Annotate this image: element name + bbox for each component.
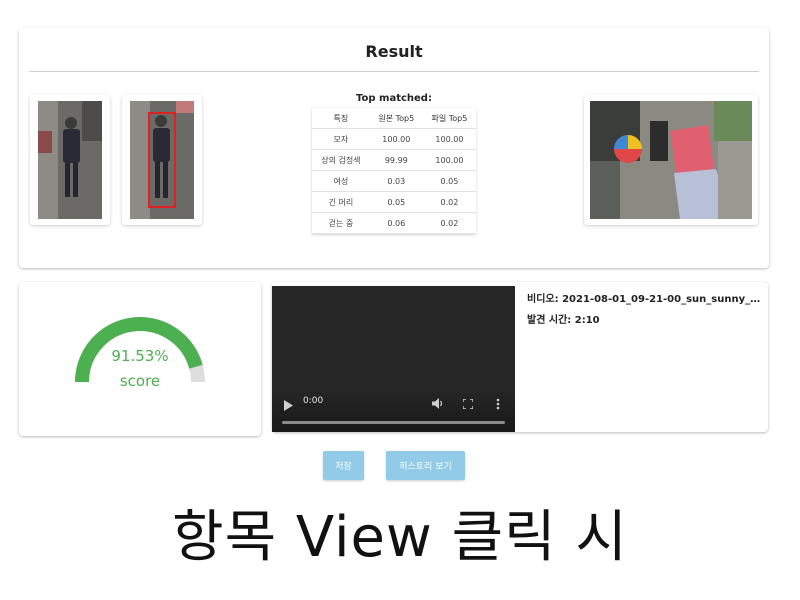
table-cell: 여성	[312, 170, 370, 192]
table-cell: 0.02	[422, 212, 476, 234]
table-cell: 100.00	[369, 128, 423, 150]
table-cell: 99.99	[369, 149, 423, 171]
divider	[29, 71, 759, 72]
table-row: 여성 0.03 0.05	[312, 170, 476, 192]
detected-image-thumbnail[interactable]	[122, 95, 202, 225]
detected-person-photo	[130, 101, 194, 219]
top-matched-title: Top matched:	[356, 93, 432, 104]
street-scene-photo	[590, 101, 752, 219]
score-value: 91.53%	[111, 347, 168, 365]
table-cell: 0.03	[369, 170, 423, 192]
more-options-icon[interactable]	[496, 398, 500, 410]
table-cell: 0.06	[369, 212, 423, 234]
result-card: Result Top matched: 특징 원본 Top5 파일 Top5 모…	[19, 28, 769, 268]
score-gauge: 91.53% score	[75, 317, 205, 390]
score-label: score	[120, 372, 160, 390]
table-row: 상의 검정색 99.99 100.00	[312, 149, 476, 171]
table-row: 걷는 중 0.06 0.02	[312, 212, 476, 234]
table-row: 모자 100.00 100.00	[312, 128, 476, 150]
table-cell: 0.05	[422, 170, 476, 192]
view-history-button[interactable]: 히스토리 보기	[386, 451, 465, 480]
table-cell: 100.00	[422, 149, 476, 171]
save-button[interactable]: 저장	[323, 451, 364, 480]
table-cell: 긴 머리	[312, 191, 370, 213]
fullscreen-icon[interactable]	[463, 399, 473, 409]
table-cell: 100.00	[422, 128, 476, 150]
match-table: 특징 원본 Top5 파일 Top5 모자 100.00 100.00 상의 검…	[312, 108, 476, 234]
column-header: 원본 Top5	[369, 108, 423, 129]
column-header: 파일 Top5	[422, 108, 476, 129]
table-cell: 걷는 중	[312, 212, 370, 234]
video-filename: 비디오: 2021-08-01_09-21-00_sun_sunny_out_j…	[527, 294, 765, 305]
play-icon[interactable]	[284, 400, 293, 411]
table-cell: 0.05	[369, 191, 423, 213]
person-photo	[38, 101, 102, 219]
table-row: 긴 머리 0.05 0.02	[312, 191, 476, 213]
result-title: Result	[365, 42, 423, 61]
video-card: 0:00 비디오: 2021-08-01_09-21-00_sun_sunny_…	[272, 282, 768, 432]
table-cell: 모자	[312, 128, 370, 150]
video-controls: 0:00	[272, 388, 515, 432]
video-player[interactable]: 0:00	[272, 286, 515, 432]
found-time: 발견 시간: 2:10	[527, 315, 600, 326]
table-header-row: 특징 원본 Top5 파일 Top5	[312, 108, 476, 129]
video-info: 비디오: 2021-08-01_09-21-00_sun_sunny_out_j…	[527, 290, 765, 332]
caption: 항목 View 클릭 시	[172, 505, 628, 570]
video-time: 0:00	[303, 396, 324, 406]
column-header: 특징	[312, 108, 370, 129]
table-cell: 0.02	[422, 191, 476, 213]
table-cell: 상의 검정색	[312, 149, 370, 171]
score-card: 91.53% score	[19, 282, 261, 436]
video-progress-bar[interactable]	[282, 421, 505, 424]
query-image-thumbnail[interactable]	[30, 95, 110, 225]
scene-image-thumbnail[interactable]	[584, 95, 758, 225]
volume-icon[interactable]	[432, 398, 444, 409]
